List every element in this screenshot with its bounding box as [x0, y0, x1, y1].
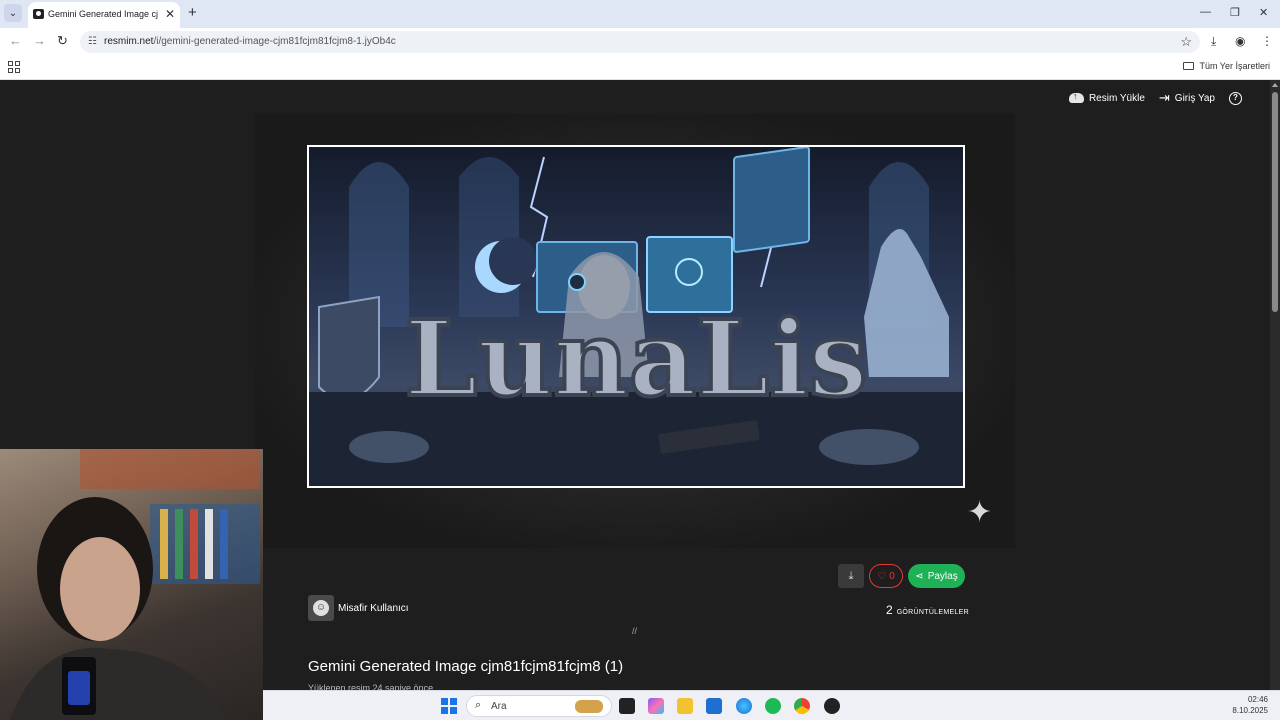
tune-icon[interactable]: ☷ — [88, 36, 97, 47]
store-icon[interactable] — [706, 698, 722, 714]
artwork-image[interactable]: LunaLis — [307, 145, 965, 488]
bookmarks-bar: Tüm Yer İşaretleri — [0, 56, 1280, 80]
browser-tab-bar: ⌄ Gemini Generated Image cjm81f ✕ + — ❐ … — [0, 0, 1280, 28]
sign-in-icon: ⇥ — [1158, 90, 1170, 105]
close-icon[interactable]: ✕ — [165, 7, 175, 21]
upload-label: Resim Yükle — [1088, 92, 1145, 104]
help-icon[interactable]: ? — [1229, 91, 1242, 105]
search-placeholder: Ara — [491, 701, 507, 712]
window-close-icon[interactable]: ✕ — [1259, 6, 1268, 19]
page-scrollbar[interactable] — [1270, 80, 1280, 690]
star-icon[interactable]: ☆ — [1180, 34, 1192, 50]
steam-icon[interactable] — [824, 698, 840, 714]
scroll-up-icon[interactable] — [1272, 83, 1278, 87]
clock-date: 8.10.2025 — [1232, 706, 1268, 715]
url-text[interactable]: resmim.net/i/gemini-generated-image-cjm8… — [104, 36, 396, 47]
webcam-overlay — [0, 449, 263, 720]
uploader-name: Misafir Kullanıcı — [338, 602, 409, 614]
system-clock[interactable]: 02:46 8.10.2025 — [1232, 694, 1268, 716]
image-actions: ⤓ ♡ 0 ⋖ Paylaş — [838, 564, 965, 588]
taskbar-search[interactable]: ⌕ Ara — [466, 695, 612, 717]
upload-image-button[interactable]: Resim Yükle — [1068, 91, 1145, 104]
all-bookmarks-label: Tüm Yer İşaretleri — [1199, 61, 1270, 71]
kebab-menu-icon[interactable]: ⋮ — [1261, 34, 1273, 48]
login-label: Giriş Yap — [1174, 92, 1215, 104]
chrome-icon[interactable] — [794, 698, 810, 714]
file-explorer-icon[interactable] — [677, 698, 693, 714]
scroll-thumb[interactable] — [1272, 92, 1278, 312]
address-bar[interactable]: ☷ resmim.net/i/gemini-generated-image-cj… — [80, 31, 1200, 53]
share-button[interactable]: ⋖ Paylaş — [908, 564, 965, 588]
heart-icon: ♡ — [877, 570, 887, 582]
chevron-down-icon: ⌄ — [8, 7, 18, 19]
minimize-icon[interactable]: — — [1200, 6, 1211, 18]
browser-toolbar: ← → ↻ ☷ resmim.net/i/gemini-generated-im… — [0, 28, 1280, 56]
arrow-left-icon[interactable]: ← — [9, 34, 22, 48]
views-label: GÖRÜNTÜLEMELER — [896, 609, 969, 616]
restore-icon[interactable]: ❐ — [1230, 6, 1240, 19]
apps-grid-icon[interactable] — [8, 61, 20, 73]
tab-title: Gemini Generated Image cjm81f — [48, 9, 158, 19]
copilot-icon[interactable] — [648, 698, 664, 714]
view-counter: 2 GÖRÜNTÜLEMELER — [886, 603, 969, 617]
sparkle-icon: ✦ — [967, 496, 993, 529]
login-button[interactable]: ⇥ Giriş Yap — [1159, 90, 1215, 106]
artwork-scene: LunaLis — [309, 147, 963, 486]
search-icon: ⌕ — [475, 699, 482, 711]
arrow-right-icon[interactable]: → — [33, 34, 46, 48]
all-bookmarks-button[interactable]: Tüm Yer İşaretleri — [1183, 61, 1270, 71]
artwork-title-text: LunaLis — [405, 297, 868, 420]
image-title: Gemini Generated Image cjm81fcjm81fcjm8 … — [308, 658, 624, 675]
windows-start-icon[interactable] — [441, 698, 457, 714]
folder-icon — [1183, 62, 1195, 70]
image-viewer: LunaLis ✦ — [255, 114, 1015, 548]
guest-face-icon: ☺ — [313, 600, 329, 616]
reload-icon[interactable]: ↻ — [57, 34, 68, 48]
task-view-icon[interactable] — [619, 698, 635, 714]
share-icon: ⋖ — [915, 570, 924, 582]
os-taskbar: ⌕ Ara 02:46 8.10.2025 — [263, 690, 1280, 720]
download-icon: ⤓ — [848, 569, 854, 582]
download-image-button[interactable]: ⤓ — [838, 564, 864, 588]
share-label: Paylaş — [927, 570, 958, 582]
uploader-info[interactable]: ☺ Misafir Kullanıcı — [308, 595, 409, 621]
camera-favicon-icon — [33, 9, 44, 19]
header-actions: Resim Yükle ⇥ Giriş Yap ? — [1068, 90, 1242, 106]
plus-icon[interactable]: + — [188, 5, 197, 21]
tab-list-button[interactable]: ⌄ — [4, 4, 22, 22]
webcam-feed — [10, 449, 260, 720]
download-icon[interactable]: ⤓ — [1211, 34, 1216, 48]
search-highlight-icon — [575, 700, 603, 713]
separator: // — [632, 626, 638, 636]
edge-icon[interactable] — [736, 698, 752, 714]
clock-time: 02:46 — [1247, 695, 1268, 704]
profile-icon[interactable]: ◉ — [1235, 34, 1245, 48]
views-count: 2 — [886, 603, 893, 617]
avatar: ☺ — [308, 595, 334, 621]
spotify-icon[interactable] — [765, 698, 781, 714]
cloud-upload-icon — [1068, 91, 1084, 103]
browser-tab[interactable]: Gemini Generated Image cjm81f ✕ — [28, 2, 180, 28]
like-button[interactable]: ♡ 0 — [869, 564, 903, 588]
like-count: 0 — [889, 570, 895, 582]
